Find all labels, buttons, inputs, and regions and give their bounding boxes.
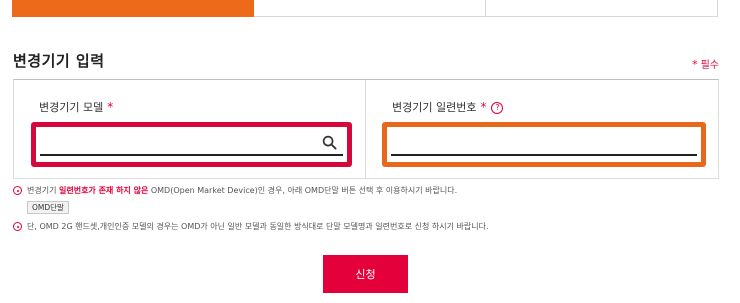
- serial-required-mark: *: [480, 100, 487, 114]
- model-label-text: 변경기기 모델: [39, 101, 104, 114]
- required-legend-label: 필수: [700, 60, 719, 71]
- handset-note: 단, OMD 2G 핸드셋,개인인증 모델의 경우는 OMD가 아닌 일반 모델…: [13, 221, 489, 232]
- model-column: 변경기기 모델 *: [14, 80, 366, 178]
- required-legend: * 필수: [692, 56, 719, 71]
- info-bullet-icon: [13, 222, 22, 231]
- search-icon[interactable]: [322, 135, 337, 150]
- note1-post: OMD(Open Market Device)인 경우, 아래 OMD단말 버튼…: [148, 186, 458, 195]
- serial-input[interactable]: [391, 130, 697, 156]
- model-input-frame: [31, 122, 352, 167]
- model-input[interactable]: [40, 130, 343, 156]
- tab-3[interactable]: [486, 0, 718, 17]
- device-input-form: 변경기기 모델 * 변경기기 일련번호 *?: [13, 79, 719, 179]
- omd-note: 변경기기 일련번호가 존재 하지 않은 OMD(Open Market Devi…: [13, 185, 457, 196]
- omd-device-button[interactable]: OMD단말: [27, 201, 69, 214]
- model-required-mark: *: [107, 100, 114, 114]
- handset-note-text: 단, OMD 2G 핸드셋,개인인증 모델의 경우는 OMD가 아닌 일반 모델…: [27, 222, 489, 231]
- tab-strip: [12, 0, 718, 17]
- serial-field-label: 변경기기 일련번호 *?: [392, 99, 504, 115]
- info-bullet-icon: [13, 186, 22, 195]
- tab-2[interactable]: [254, 0, 486, 17]
- help-icon[interactable]: ?: [491, 102, 504, 114]
- serial-input-frame: [382, 122, 706, 167]
- submit-button[interactable]: 신청: [323, 255, 408, 293]
- required-star: *: [692, 58, 698, 71]
- model-field-label: 변경기기 모델 *: [39, 99, 113, 115]
- omd-note-text: 변경기기 일련번호가 존재 하지 않은 OMD(Open Market Devi…: [27, 185, 457, 196]
- tab-1[interactable]: [12, 0, 254, 17]
- note1-pre: 변경기기: [27, 186, 59, 195]
- serial-label-text: 변경기기 일련번호: [392, 101, 477, 114]
- note1-highlight: 일련번호가 존재 하지 않은: [58, 186, 149, 195]
- section-title: 변경기기 입력: [13, 52, 105, 70]
- serial-column: 변경기기 일련번호 *?: [366, 80, 718, 178]
